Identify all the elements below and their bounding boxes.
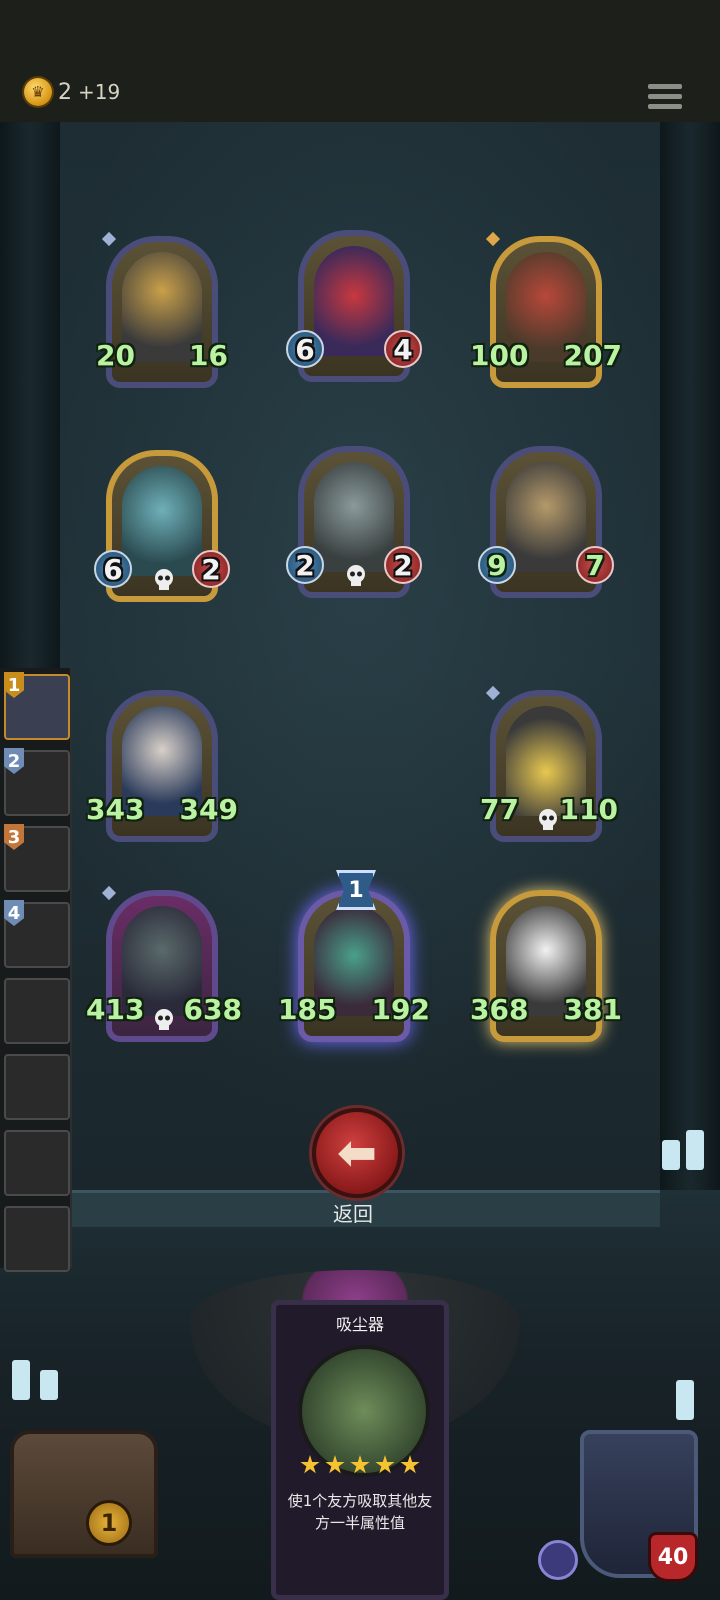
back-label: 返回: [333, 1202, 373, 1226]
health-value: 349: [179, 792, 238, 826]
opponent-slot[interactable]: 4: [4, 900, 70, 968]
chest-icon[interactable]: [10, 1430, 158, 1558]
health-value: 638: [183, 992, 242, 1026]
candle: [12, 1360, 30, 1400]
skull-icon: [155, 1009, 173, 1030]
unit-blue-bunny[interactable]: 6 2: [94, 450, 230, 602]
card-title: 吸尘器: [335, 1315, 384, 1334]
skull-icon: [155, 569, 173, 590]
attack-value: 368: [470, 992, 529, 1026]
health-value: 207: [563, 338, 622, 372]
unit-bin-robot[interactable]: 2 2: [286, 446, 422, 598]
health-value: 381: [563, 992, 622, 1026]
opponent-sidebar: 1 2 3 4: [0, 668, 72, 1272]
health-value: 4: [384, 330, 422, 368]
star-icon: [375, 1455, 395, 1474]
attack-value: 343: [86, 792, 145, 826]
health-value: 110: [559, 792, 618, 826]
gold-amount: 2: [58, 79, 72, 105]
opponent-slot[interactable]: [4, 1054, 70, 1120]
menu-icon[interactable]: [648, 84, 682, 114]
attack-value: 77: [480, 792, 519, 826]
crown-coin-icon: ♛: [24, 78, 52, 106]
unit-cheese-robot[interactable]: 77 110: [480, 685, 618, 842]
health-value: 7: [576, 546, 614, 584]
candle: [686, 1130, 704, 1170]
top-bar: ♛ 2 +19: [0, 0, 720, 125]
opponent-slot[interactable]: 3: [4, 824, 70, 892]
star-icon: [300, 1455, 320, 1474]
attack-value: 100: [470, 338, 529, 372]
health-value: 2: [384, 546, 422, 584]
unit-rocket[interactable]: 9 7: [478, 446, 614, 598]
attack-value: 2: [286, 546, 324, 584]
card-description: 使1个友方吸取其他友方一半属性值: [287, 1492, 433, 1532]
attack-value: 185: [278, 992, 337, 1026]
unit-frankenstein[interactable]: 413 638: [86, 885, 242, 1042]
star-icon: [400, 1455, 420, 1474]
back-button[interactable]: ⬅: [312, 1108, 402, 1198]
unit-wizard[interactable]: 343 349: [86, 690, 238, 842]
right-pillar: [660, 122, 720, 1202]
arrow-left-icon: ⬅: [336, 1125, 378, 1181]
opponent-slot[interactable]: [4, 978, 70, 1044]
health-value: 16: [189, 338, 228, 372]
gold-display: ♛ 2 +19: [24, 78, 120, 106]
opponent-slot[interactable]: [4, 1206, 70, 1272]
candle: [662, 1140, 680, 1170]
star-icon: [350, 1455, 370, 1474]
unit-robot-warrior[interactable]: 20 16: [96, 231, 228, 388]
hero-health: 40: [648, 1532, 698, 1582]
health-value: 2: [192, 550, 230, 588]
candle: [40, 1370, 58, 1400]
spell-card[interactable]: 吸尘器 使1个友方吸取其他友方一半属性值: [271, 1300, 449, 1600]
attack-value: 6: [94, 550, 132, 588]
unit-crocodile-witch[interactable]: 1 185 192: [278, 870, 430, 1042]
opponent-slot[interactable]: [4, 1130, 70, 1196]
unit-cow-dog[interactable]: 368 381: [470, 890, 622, 1042]
star-icon: [325, 1455, 345, 1474]
card-stars: [300, 1455, 420, 1475]
gold-income: +19: [78, 80, 121, 104]
skull-icon: [539, 809, 557, 830]
attack-value: 20: [96, 338, 135, 372]
attack-value: 413: [86, 992, 145, 1026]
attack-value: 6: [286, 330, 324, 368]
shield-icon: [538, 1540, 578, 1580]
unit-clown[interactable]: 6 4: [286, 230, 422, 382]
attack-value: 9: [478, 546, 516, 584]
health-value: 192: [371, 992, 430, 1026]
opponent-slot[interactable]: 1: [4, 672, 70, 740]
skull-icon: [347, 565, 365, 586]
opponent-slot[interactable]: 2: [4, 748, 70, 816]
chest-count: 1: [86, 1500, 132, 1546]
unit-red-box-creature[interactable]: 100 207: [470, 231, 622, 388]
candle: [676, 1380, 694, 1420]
